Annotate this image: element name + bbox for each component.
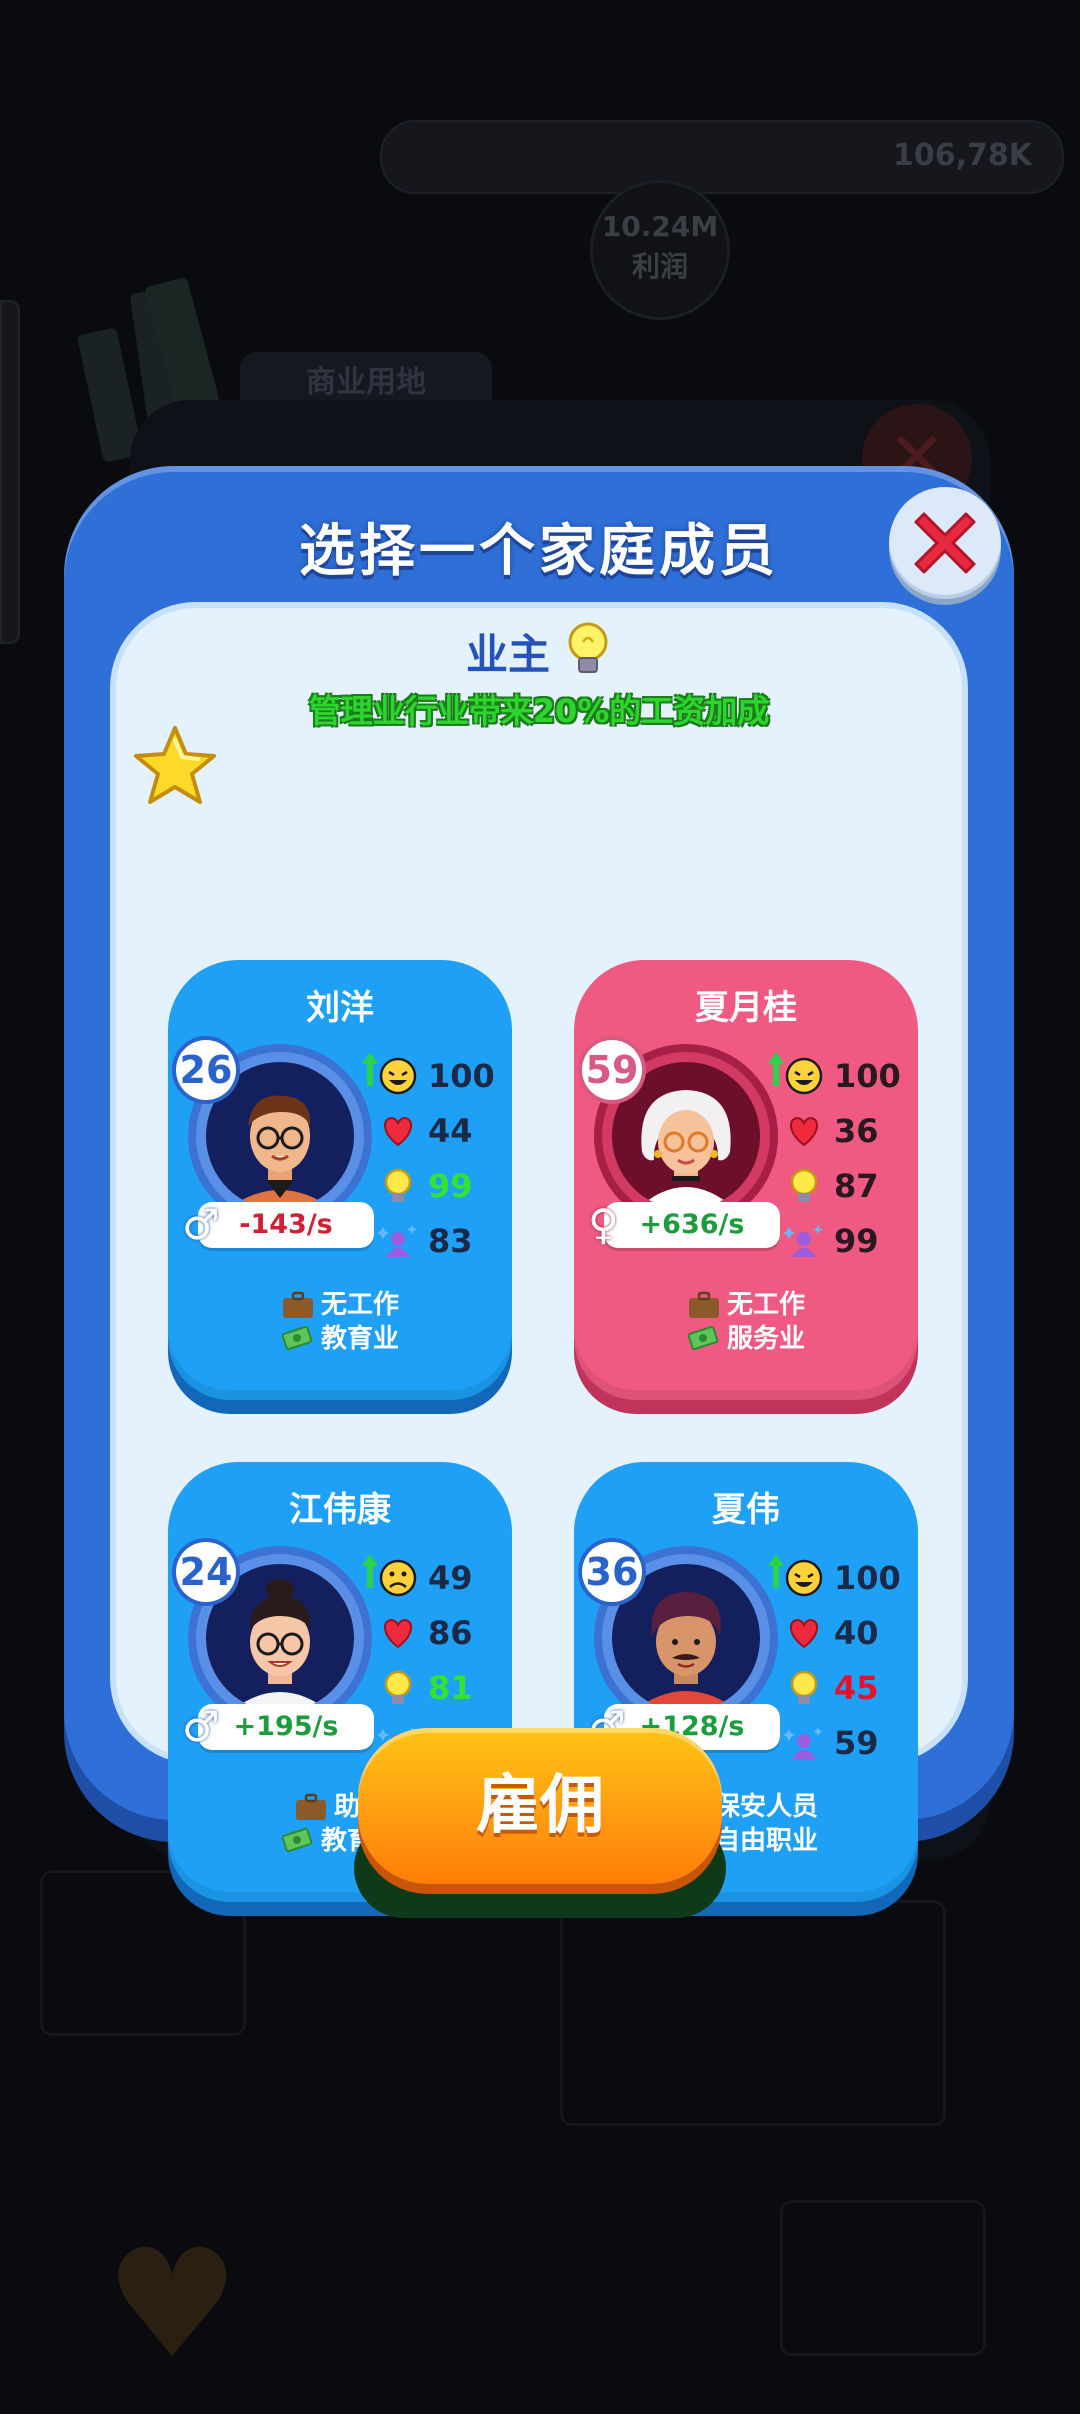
- background-timer-value: 10.24M: [601, 210, 719, 243]
- happiness-value: 100: [834, 1056, 901, 1095]
- background-profit-timer: 10.24M 利润: [590, 180, 730, 320]
- member-name: 夏伟: [712, 1490, 780, 1530]
- member-stats: 100 44 99 83: [362, 1048, 508, 1268]
- money-icon: [687, 1325, 719, 1351]
- money-icon: [281, 1325, 313, 1351]
- briefcase-icon: [282, 1291, 313, 1318]
- background-heart-icon: ♥: [105, 2218, 240, 2392]
- member-occupation: 无工作 服务业: [574, 1288, 918, 1356]
- health-value: 40: [834, 1613, 879, 1652]
- intelligence-value: 87: [834, 1166, 879, 1205]
- hire-button[interactable]: 雇佣: [358, 1728, 722, 1884]
- background-building-outline: [780, 2200, 986, 2356]
- age-badge: 36: [582, 1542, 642, 1602]
- member-card-2[interactable]: 夏月桂 59 +636/s ♀ 100 36 87 99 无工作 服务业: [574, 960, 918, 1400]
- heart-icon: [790, 1618, 818, 1648]
- up-arrow-icon: [768, 1052, 784, 1086]
- appearance-value: 83: [428, 1221, 473, 1260]
- job-title: 无工作: [726, 1290, 805, 1320]
- family-member-select-dialog: 选择一个家庭成员 业主 管理业行业带来20%的工资加成 刘洋 26 -143/s…: [64, 466, 1014, 1902]
- favorite-star-icon: [134, 726, 216, 804]
- up-arrow-icon: [362, 1554, 378, 1588]
- age-badge: 26: [176, 1040, 236, 1100]
- job-title: 保安人员: [713, 1792, 818, 1822]
- member-name: 夏月桂: [695, 988, 797, 1028]
- age-badge: 59: [582, 1040, 642, 1100]
- intelligence-value: 45: [834, 1668, 879, 1707]
- job-title: 无工作: [320, 1290, 399, 1320]
- intelligence-value: 81: [428, 1668, 473, 1707]
- briefcase-icon: [688, 1291, 719, 1318]
- lightbulb-icon: [384, 1168, 412, 1202]
- lightbulb-icon: [790, 1168, 818, 1202]
- owner-label: 业主: [465, 629, 550, 679]
- owner-header: 业主: [116, 616, 962, 686]
- happiness-value: 100: [428, 1056, 495, 1095]
- up-arrow-icon: [768, 1554, 784, 1588]
- happy-face-icon: [785, 1559, 823, 1596]
- sad-face-icon: [379, 1559, 417, 1596]
- heart-icon: [790, 1116, 818, 1146]
- health-value: 36: [834, 1111, 879, 1150]
- appearance-sparkle-icon: [784, 1224, 823, 1257]
- heart-icon: [384, 1618, 412, 1648]
- male-gender-icon: ♂: [182, 1702, 220, 1751]
- member-stats: 100 36 87 99: [768, 1048, 914, 1268]
- up-arrow-icon: [362, 1052, 378, 1086]
- briefcase-icon: [295, 1793, 326, 1820]
- heart-icon: [384, 1116, 412, 1146]
- appearance-sparkle-icon: [378, 1224, 417, 1257]
- happy-face-icon: [379, 1057, 417, 1094]
- member-name: 江伟康: [289, 1490, 391, 1530]
- close-button[interactable]: [889, 487, 1001, 599]
- member-stats: 100 40 45 59: [768, 1550, 914, 1770]
- background-coin-display: 106,78K: [380, 120, 1064, 194]
- health-value: 86: [428, 1613, 473, 1652]
- money-icon: [281, 1827, 313, 1853]
- happy-face-icon: [785, 1057, 823, 1094]
- background-building-outline: [560, 1900, 946, 2126]
- appearance-value: 59: [834, 1723, 879, 1762]
- happiness-value: 49: [428, 1558, 473, 1597]
- background-coin-value: 106,78K: [892, 138, 1032, 173]
- appearance-sparkle-icon: [784, 1726, 823, 1759]
- lightbulb-icon: [790, 1670, 818, 1704]
- female-gender-icon: ♀: [588, 1200, 619, 1249]
- member-card-1[interactable]: 刘洋 26 -143/s ♂ 100 44 99 83 无工作 教育业: [168, 960, 512, 1400]
- industry: 自由职业: [713, 1826, 818, 1856]
- industry: 服务业: [726, 1324, 805, 1354]
- intelligence-value: 99: [428, 1166, 473, 1205]
- member-occupation: 无工作 教育业: [168, 1288, 512, 1356]
- appearance-value: 99: [834, 1221, 879, 1260]
- happiness-value: 100: [834, 1558, 901, 1597]
- dialog-title: 选择一个家庭成员: [299, 519, 779, 584]
- age-badge: 24: [176, 1542, 236, 1602]
- health-value: 44: [428, 1111, 473, 1150]
- lightbulb-icon: [384, 1670, 412, 1704]
- background-timer-label: 利润: [631, 250, 688, 283]
- lightbulb-icon: [568, 622, 608, 673]
- background-side-tab: [0, 300, 20, 644]
- member-name: 刘洋: [306, 988, 374, 1028]
- close-x-icon: [914, 512, 976, 574]
- owner-bonus-text: 管理业行业带来20%的工资加成: [308, 692, 770, 730]
- industry: 教育业: [320, 1324, 399, 1354]
- male-gender-icon: ♂: [182, 1200, 220, 1249]
